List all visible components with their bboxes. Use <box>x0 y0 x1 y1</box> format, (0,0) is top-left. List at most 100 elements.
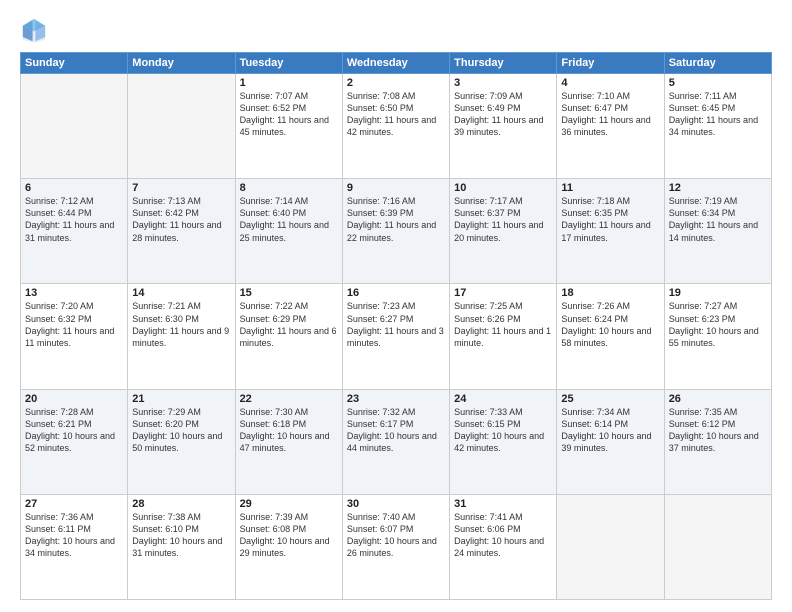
weekday-sunday: Sunday <box>21 53 128 74</box>
week-row-1: 1Sunrise: 7:07 AMSunset: 6:52 PMDaylight… <box>21 74 772 179</box>
day-cell: 23Sunrise: 7:32 AMSunset: 6:17 PMDayligh… <box>342 389 449 494</box>
day-info: Sunrise: 7:16 AMSunset: 6:39 PMDaylight:… <box>347 195 445 244</box>
week-row-3: 13Sunrise: 7:20 AMSunset: 6:32 PMDayligh… <box>21 284 772 389</box>
day-cell: 21Sunrise: 7:29 AMSunset: 6:20 PMDayligh… <box>128 389 235 494</box>
day-cell: 8Sunrise: 7:14 AMSunset: 6:40 PMDaylight… <box>235 179 342 284</box>
logo-icon <box>20 16 48 44</box>
day-number: 19 <box>669 287 767 299</box>
day-cell: 20Sunrise: 7:28 AMSunset: 6:21 PMDayligh… <box>21 389 128 494</box>
day-cell <box>21 74 128 179</box>
day-cell: 1Sunrise: 7:07 AMSunset: 6:52 PMDaylight… <box>235 74 342 179</box>
day-number: 7 <box>132 182 230 194</box>
day-info: Sunrise: 7:40 AMSunset: 6:07 PMDaylight:… <box>347 511 445 560</box>
day-info: Sunrise: 7:32 AMSunset: 6:17 PMDaylight:… <box>347 406 445 455</box>
day-info: Sunrise: 7:12 AMSunset: 6:44 PMDaylight:… <box>25 195 123 244</box>
week-row-2: 6Sunrise: 7:12 AMSunset: 6:44 PMDaylight… <box>21 179 772 284</box>
day-cell: 26Sunrise: 7:35 AMSunset: 6:12 PMDayligh… <box>664 389 771 494</box>
day-cell: 25Sunrise: 7:34 AMSunset: 6:14 PMDayligh… <box>557 389 664 494</box>
day-number: 31 <box>454 498 552 510</box>
day-cell: 10Sunrise: 7:17 AMSunset: 6:37 PMDayligh… <box>450 179 557 284</box>
day-info: Sunrise: 7:33 AMSunset: 6:15 PMDaylight:… <box>454 406 552 455</box>
day-cell: 17Sunrise: 7:25 AMSunset: 6:26 PMDayligh… <box>450 284 557 389</box>
day-cell: 5Sunrise: 7:11 AMSunset: 6:45 PMDaylight… <box>664 74 771 179</box>
day-number: 9 <box>347 182 445 194</box>
day-cell: 27Sunrise: 7:36 AMSunset: 6:11 PMDayligh… <box>21 494 128 599</box>
day-info: Sunrise: 7:25 AMSunset: 6:26 PMDaylight:… <box>454 300 552 349</box>
day-cell: 19Sunrise: 7:27 AMSunset: 6:23 PMDayligh… <box>664 284 771 389</box>
day-cell: 24Sunrise: 7:33 AMSunset: 6:15 PMDayligh… <box>450 389 557 494</box>
weekday-friday: Friday <box>557 53 664 74</box>
week-row-4: 20Sunrise: 7:28 AMSunset: 6:21 PMDayligh… <box>21 389 772 494</box>
day-number: 4 <box>561 77 659 89</box>
day-cell: 3Sunrise: 7:09 AMSunset: 6:49 PMDaylight… <box>450 74 557 179</box>
day-info: Sunrise: 7:34 AMSunset: 6:14 PMDaylight:… <box>561 406 659 455</box>
day-number: 28 <box>132 498 230 510</box>
weekday-wednesday: Wednesday <box>342 53 449 74</box>
day-info: Sunrise: 7:30 AMSunset: 6:18 PMDaylight:… <box>240 406 338 455</box>
day-info: Sunrise: 7:35 AMSunset: 6:12 PMDaylight:… <box>669 406 767 455</box>
day-info: Sunrise: 7:17 AMSunset: 6:37 PMDaylight:… <box>454 195 552 244</box>
day-number: 10 <box>454 182 552 194</box>
calendar: SundayMondayTuesdayWednesdayThursdayFrid… <box>20 52 772 600</box>
day-number: 15 <box>240 287 338 299</box>
weekday-tuesday: Tuesday <box>235 53 342 74</box>
day-cell: 16Sunrise: 7:23 AMSunset: 6:27 PMDayligh… <box>342 284 449 389</box>
day-cell: 29Sunrise: 7:39 AMSunset: 6:08 PMDayligh… <box>235 494 342 599</box>
day-cell: 28Sunrise: 7:38 AMSunset: 6:10 PMDayligh… <box>128 494 235 599</box>
day-number: 25 <box>561 393 659 405</box>
day-cell: 9Sunrise: 7:16 AMSunset: 6:39 PMDaylight… <box>342 179 449 284</box>
day-cell: 11Sunrise: 7:18 AMSunset: 6:35 PMDayligh… <box>557 179 664 284</box>
day-number: 22 <box>240 393 338 405</box>
day-cell: 14Sunrise: 7:21 AMSunset: 6:30 PMDayligh… <box>128 284 235 389</box>
day-number: 18 <box>561 287 659 299</box>
day-cell: 13Sunrise: 7:20 AMSunset: 6:32 PMDayligh… <box>21 284 128 389</box>
day-cell: 30Sunrise: 7:40 AMSunset: 6:07 PMDayligh… <box>342 494 449 599</box>
day-number: 29 <box>240 498 338 510</box>
header <box>20 16 772 44</box>
day-info: Sunrise: 7:19 AMSunset: 6:34 PMDaylight:… <box>669 195 767 244</box>
day-info: Sunrise: 7:13 AMSunset: 6:42 PMDaylight:… <box>132 195 230 244</box>
day-number: 13 <box>25 287 123 299</box>
day-number: 12 <box>669 182 767 194</box>
day-cell: 6Sunrise: 7:12 AMSunset: 6:44 PMDaylight… <box>21 179 128 284</box>
day-number: 23 <box>347 393 445 405</box>
day-info: Sunrise: 7:10 AMSunset: 6:47 PMDaylight:… <box>561 90 659 139</box>
day-info: Sunrise: 7:18 AMSunset: 6:35 PMDaylight:… <box>561 195 659 244</box>
day-info: Sunrise: 7:38 AMSunset: 6:10 PMDaylight:… <box>132 511 230 560</box>
day-number: 20 <box>25 393 123 405</box>
day-info: Sunrise: 7:27 AMSunset: 6:23 PMDaylight:… <box>669 300 767 349</box>
day-number: 1 <box>240 77 338 89</box>
day-number: 11 <box>561 182 659 194</box>
page: SundayMondayTuesdayWednesdayThursdayFrid… <box>0 0 792 612</box>
day-info: Sunrise: 7:39 AMSunset: 6:08 PMDaylight:… <box>240 511 338 560</box>
day-info: Sunrise: 7:21 AMSunset: 6:30 PMDaylight:… <box>132 300 230 349</box>
day-number: 17 <box>454 287 552 299</box>
day-number: 21 <box>132 393 230 405</box>
day-number: 26 <box>669 393 767 405</box>
day-number: 24 <box>454 393 552 405</box>
day-number: 27 <box>25 498 123 510</box>
day-cell: 2Sunrise: 7:08 AMSunset: 6:50 PMDaylight… <box>342 74 449 179</box>
day-number: 5 <box>669 77 767 89</box>
day-cell: 12Sunrise: 7:19 AMSunset: 6:34 PMDayligh… <box>664 179 771 284</box>
day-info: Sunrise: 7:29 AMSunset: 6:20 PMDaylight:… <box>132 406 230 455</box>
day-cell <box>664 494 771 599</box>
day-info: Sunrise: 7:23 AMSunset: 6:27 PMDaylight:… <box>347 300 445 349</box>
weekday-header-row: SundayMondayTuesdayWednesdayThursdayFrid… <box>21 53 772 74</box>
day-cell: 22Sunrise: 7:30 AMSunset: 6:18 PMDayligh… <box>235 389 342 494</box>
day-number: 16 <box>347 287 445 299</box>
day-number: 14 <box>132 287 230 299</box>
day-info: Sunrise: 7:11 AMSunset: 6:45 PMDaylight:… <box>669 90 767 139</box>
day-cell: 7Sunrise: 7:13 AMSunset: 6:42 PMDaylight… <box>128 179 235 284</box>
day-cell: 4Sunrise: 7:10 AMSunset: 6:47 PMDaylight… <box>557 74 664 179</box>
day-info: Sunrise: 7:36 AMSunset: 6:11 PMDaylight:… <box>25 511 123 560</box>
day-number: 2 <box>347 77 445 89</box>
day-info: Sunrise: 7:22 AMSunset: 6:29 PMDaylight:… <box>240 300 338 349</box>
day-info: Sunrise: 7:41 AMSunset: 6:06 PMDaylight:… <box>454 511 552 560</box>
day-info: Sunrise: 7:14 AMSunset: 6:40 PMDaylight:… <box>240 195 338 244</box>
day-info: Sunrise: 7:09 AMSunset: 6:49 PMDaylight:… <box>454 90 552 139</box>
day-number: 8 <box>240 182 338 194</box>
day-cell <box>128 74 235 179</box>
weekday-monday: Monday <box>128 53 235 74</box>
day-number: 6 <box>25 182 123 194</box>
